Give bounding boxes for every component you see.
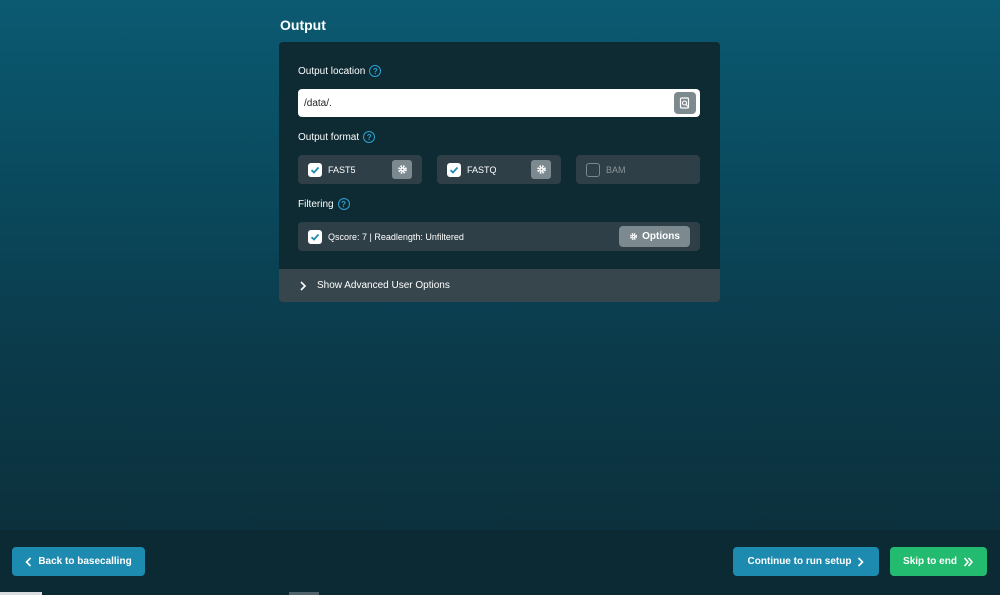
question-circle-icon[interactable]: ? (337, 198, 350, 210)
filtering-checkbox[interactable] (308, 229, 322, 244)
continue-button-label: Continue to run setup (747, 556, 852, 567)
folder-search-icon[interactable] (674, 92, 696, 114)
back-to-basecalling-button[interactable]: Back to basecalling (12, 547, 145, 576)
output-format-label: Output format (298, 131, 360, 143)
fast5-label: FAST5 (328, 164, 356, 175)
chevron-left-icon (25, 556, 32, 567)
gear-icon[interactable] (531, 160, 551, 179)
output-location-label-row: Output location ? (298, 65, 382, 77)
format-card-bam[interactable]: BAM (576, 155, 700, 184)
bam-checkbox[interactable] (586, 162, 600, 177)
format-card-fastq[interactable]: FASTQ (437, 155, 561, 184)
output-location-input[interactable]: /data/. (298, 89, 700, 117)
options-label: Options (642, 231, 680, 242)
filtering-summary: Qscore: 7 | Readlength: Unfiltered (328, 231, 464, 242)
chevron-right-icon (300, 280, 307, 291)
double-chevron-right-icon (963, 556, 974, 567)
output-panel: Output location ? /data/. Output format … (279, 42, 720, 302)
continue-to-run-setup-button[interactable]: Continue to run setup (733, 547, 879, 576)
output-location-label: Output location (298, 65, 366, 77)
footer-bar: Back to basecalling Continue to run setu… (0, 530, 1000, 595)
fastq-checkbox[interactable] (447, 162, 461, 177)
filtering-label-row: Filtering ? (298, 198, 350, 210)
skip-to-end-button[interactable]: Skip to end (890, 547, 987, 576)
filtering-row: Qscore: 7 | Readlength: Unfiltered Optio… (298, 222, 700, 251)
gear-icon (630, 232, 638, 241)
output-format-label-row: Output format ? (298, 131, 376, 143)
skip-button-label: Skip to end (903, 556, 957, 567)
question-circle-icon[interactable]: ? (363, 131, 376, 143)
fast5-checkbox[interactable] (308, 162, 322, 177)
gear-icon[interactable] (392, 160, 412, 179)
section-title: Output (280, 17, 326, 33)
chevron-right-icon (858, 556, 865, 567)
filtering-options-button[interactable]: Options (619, 226, 690, 247)
format-card-fast5[interactable]: FAST5 (298, 155, 422, 184)
show-advanced-options-toggle[interactable]: Show Advanced User Options (279, 269, 720, 302)
advanced-options-label: Show Advanced User Options (317, 280, 450, 291)
fastq-label: FASTQ (467, 164, 497, 175)
question-circle-icon[interactable]: ? (369, 65, 382, 77)
back-button-label: Back to basecalling (38, 556, 132, 567)
output-location-value: /data/. (304, 97, 332, 109)
filtering-label: Filtering (298, 198, 334, 210)
bam-label: BAM (606, 164, 626, 175)
